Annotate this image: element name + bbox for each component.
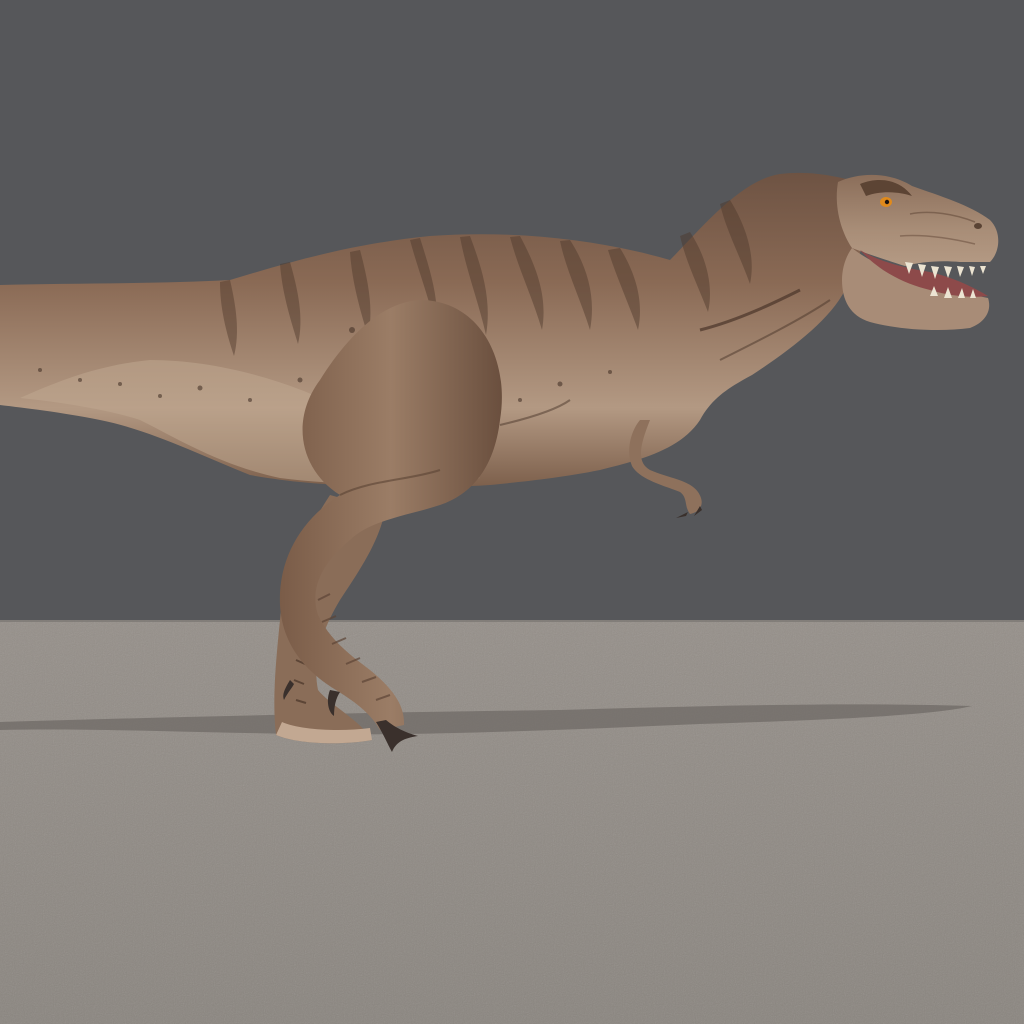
floor <box>0 620 1024 1024</box>
scene-canvas <box>0 0 1024 1024</box>
render-scene <box>0 0 1024 1024</box>
